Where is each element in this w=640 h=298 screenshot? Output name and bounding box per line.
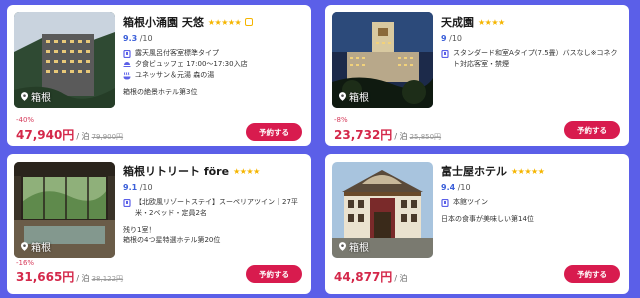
dinner-icon [123, 61, 131, 67]
original-price: 25,850円 [409, 133, 442, 141]
discount-label: -16% [16, 259, 35, 267]
price: 31,665円 [16, 270, 75, 284]
feature-list: 露天風呂付客室標準タイプ 夕食ビュッフェ 17:00〜17:30入店 ユネッサン… [123, 48, 303, 81]
hotel-photo[interactable]: 箱根 [14, 162, 115, 258]
book-button[interactable]: 予約する [564, 121, 620, 139]
book-button[interactable]: 予約する [246, 265, 302, 283]
location-tag: 箱根 [21, 89, 51, 104]
hotel-photo[interactable]: 箱根 [14, 12, 115, 108]
pin-icon [339, 242, 346, 251]
hotel-info: 箱根リトリート före ★★★★ 9.1 /10 【北欧風リゾートステイ】スー… [123, 163, 303, 245]
hotel-card[interactable]: 箱根 箱根リトリート före ★★★★ 9.1 /10 【北欧風リゾートステイ… [7, 154, 311, 294]
hotel-name[interactable]: 天成園 [441, 14, 474, 30]
room-icon [441, 49, 449, 58]
hotel-card[interactable]: 箱根 富士屋ホテル ★★★★★ 9.4 /10 本館ツイン 日本の食事が美味しい… [325, 154, 629, 294]
room-icon [123, 198, 131, 207]
pin-icon [21, 242, 28, 251]
hotel-name[interactable]: 箱根小涌園 天悠 [123, 14, 204, 30]
ranking-note: 日本の食事が美味しい第14位 [441, 215, 534, 223]
star-rating: ★★★★★ [511, 166, 545, 176]
hotel-card[interactable]: 箱根 天成園 ★★★★ 9 /10 スタンダード和室Aタイプ(7.5畳）バスなし… [325, 5, 629, 146]
review-score: 9 /10 [441, 34, 621, 43]
original-price: 79,900円 [91, 133, 124, 141]
per-night: / 泊 [394, 274, 408, 283]
hotel-info: 富士屋ホテル ★★★★★ 9.4 /10 本館ツイン 日本の食事が美味しい第14… [441, 163, 621, 224]
bath-icon [123, 71, 131, 79]
feature-item: スタンダード和室Aタイプ(7.5畳）バスなし※コネクト対応客室・禁煙 [441, 48, 621, 70]
ranking-note: 箱根の絶景ホテル第3位 [123, 88, 198, 96]
hotel-name[interactable]: 箱根リトリート före [123, 163, 229, 179]
rooms-left: 残り1室！ [123, 226, 156, 234]
per-night: / 泊 [76, 274, 90, 283]
location-tag: 箱根 [21, 239, 51, 254]
location-label: 箱根 [31, 243, 51, 254]
score-max: /10 [449, 34, 462, 43]
location-tag: 箱根 [339, 239, 369, 254]
hotel-info: 箱根小涌園 天悠 ★★★★★ 9.3 /10 露天風呂付客室標準タイプ 夕食ビュ… [123, 14, 303, 97]
hotel-photo[interactable]: 箱根 [332, 12, 433, 108]
book-button[interactable]: 予約する [564, 265, 620, 283]
feature-item: 本館ツイン [441, 197, 621, 208]
score-max: /10 [457, 183, 471, 192]
price: 23,732円 [334, 128, 393, 142]
feature-list: スタンダード和室Aタイプ(7.5畳）バスなし※コネクト対応客室・禁煙 [441, 48, 621, 70]
verified-badge-icon [245, 18, 254, 26]
price: 47,940円 [16, 128, 75, 142]
original-price: 38,122円 [91, 275, 124, 283]
review-score: 9.3 /10 [123, 34, 303, 43]
score-max: /10 [139, 183, 153, 192]
feature-list: 本館ツイン [441, 197, 621, 208]
price-row: 31,665円 / 泊 38,122円 [16, 268, 123, 285]
price-row: 23,732円 / 泊 25,850円 [334, 126, 441, 143]
score-max: /10 [139, 34, 153, 43]
per-night: / 泊 [394, 132, 408, 141]
price-row: 47,940円 / 泊 79,900円 [16, 126, 123, 143]
hotel-photo[interactable]: 箱根 [332, 162, 433, 258]
score-value: 9.4 [441, 183, 456, 192]
book-button[interactable]: 予約する [246, 123, 302, 141]
score-value: 9.1 [123, 183, 138, 192]
star-rating: ★★★★ [233, 166, 260, 176]
star-rating: ★★★★★ [207, 17, 242, 27]
per-night: / 泊 [76, 132, 90, 141]
hotel-card[interactable]: 箱根 箱根小涌園 天悠 ★★★★★ 9.3 /10 露天風呂付客室標準タイプ 夕… [7, 5, 311, 146]
discount-label: -40% [16, 116, 35, 124]
location-label: 箱根 [31, 93, 51, 104]
availability-note: 残り1室！ 箱根の4つ星特選ホテル第20位 [123, 225, 303, 245]
feature-item: 【北欧風リゾートステイ】スーペリアツイン｜27平米・2ベッド・定員2名 [123, 197, 303, 219]
star-rating: ★★★★ [478, 17, 505, 27]
feature-item: 夕食ビュッフェ 17:00〜17:30入店 [123, 59, 303, 70]
score-value: 9.3 [123, 34, 138, 43]
location-tag: 箱根 [339, 89, 369, 104]
price: 44,877円 [334, 270, 393, 284]
feature-item: ユネッサン＆元湯 森の湯 [123, 70, 303, 81]
location-label: 箱根 [349, 243, 369, 254]
score-value: 9 [441, 34, 447, 43]
pin-icon [21, 92, 28, 101]
discount-label: -8% [334, 116, 348, 124]
review-score: 9.4 /10 [441, 183, 621, 192]
room-icon [123, 49, 131, 58]
ranking-note: 箱根の4つ星特選ホテル第20位 [123, 236, 221, 244]
review-score: 9.1 /10 [123, 183, 303, 192]
pin-icon [339, 92, 346, 101]
feature-list: 【北欧風リゾートステイ】スーペリアツイン｜27平米・2ベッド・定員2名 [123, 197, 303, 219]
feature-item: 露天風呂付客室標準タイプ [123, 48, 303, 59]
location-label: 箱根 [349, 93, 369, 104]
hotel-info: 天成園 ★★★★ 9 /10 スタンダード和室Aタイプ(7.5畳）バスなし※コネ… [441, 14, 621, 70]
room-icon [441, 198, 449, 207]
hotel-name[interactable]: 富士屋ホテル [441, 163, 507, 179]
price-row: 44,877円 / 泊 [334, 268, 408, 285]
